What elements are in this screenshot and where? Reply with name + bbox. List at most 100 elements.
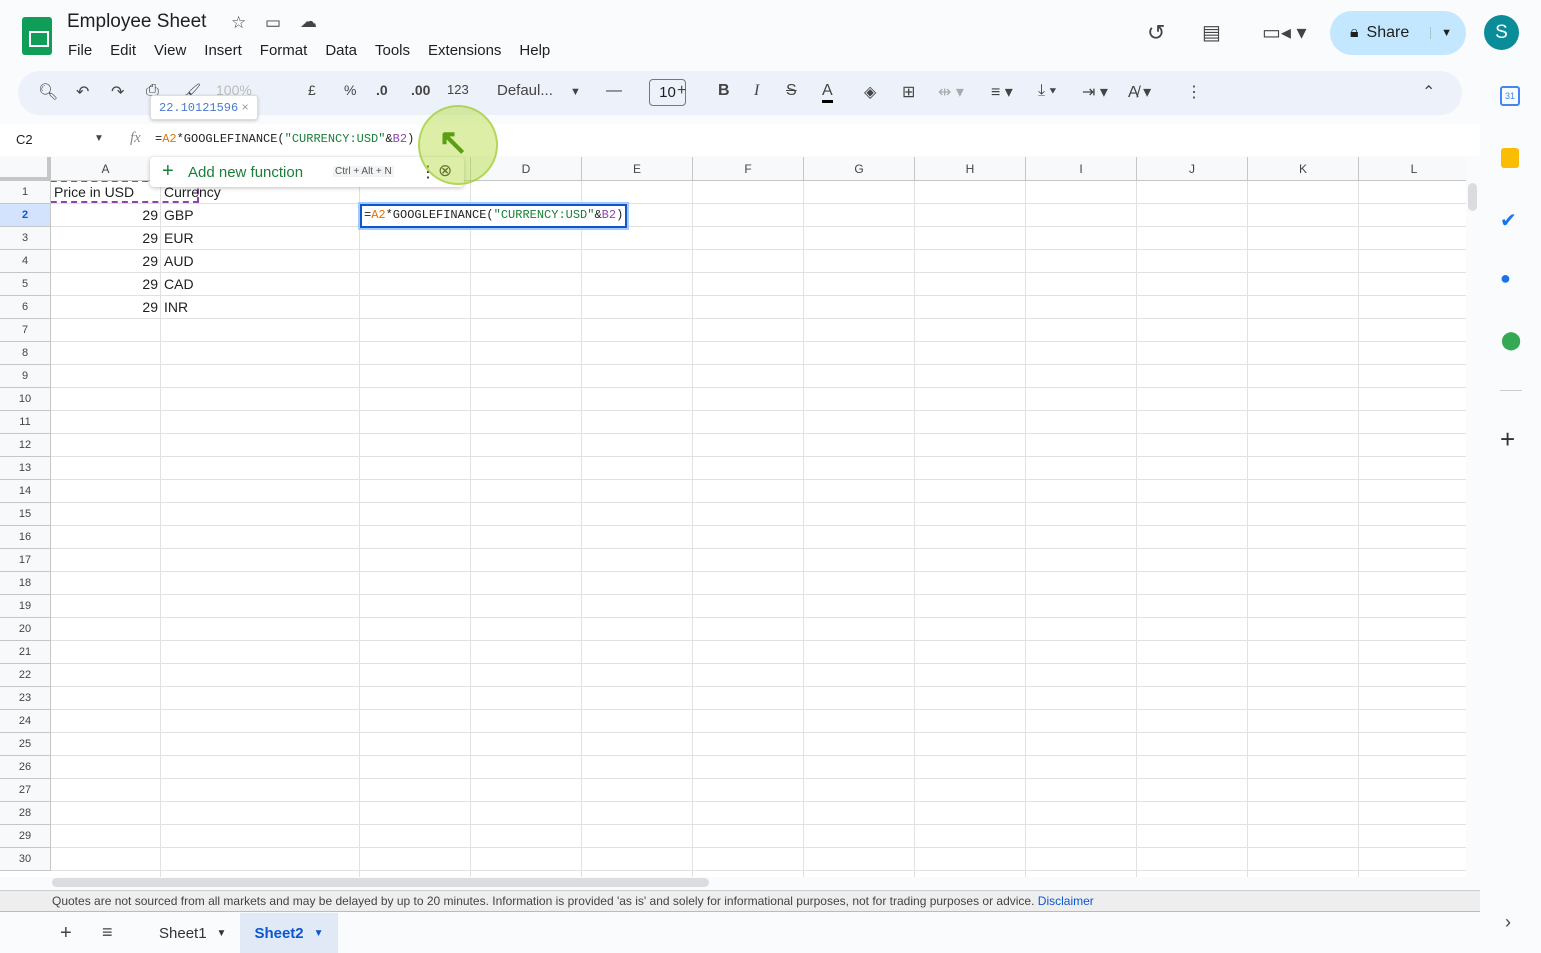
row-header-17[interactable]: 17 <box>0 549 51 572</box>
meet-icon[interactable]: ▭◂ ▾ <box>1262 20 1307 45</box>
cell-A6[interactable]: 29 <box>51 296 161 319</box>
menu-help[interactable]: Help <box>519 42 550 59</box>
percent-button[interactable]: % <box>344 82 356 98</box>
keep-icon[interactable] <box>1501 148 1519 168</box>
move-folder-icon[interactable]: ▭ <box>265 13 281 33</box>
row-header-23[interactable]: 23 <box>0 687 51 710</box>
menu-view[interactable]: View <box>154 42 186 59</box>
column-header-K[interactable]: K <box>1248 157 1359 181</box>
tasks-icon[interactable]: ✔ <box>1500 208 1517 233</box>
decrease-decimal-button[interactable]: .0 <box>376 82 388 98</box>
cell-A2[interactable]: 29 <box>51 204 161 227</box>
sheet-tab-sheet1[interactable]: Sheet1 ▼ <box>145 913 240 953</box>
contacts-icon[interactable]: ● <box>1500 268 1511 289</box>
disclaimer-link[interactable]: Disclaimer <box>1038 894 1094 908</box>
row-header-1[interactable]: 1 <box>0 181 51 204</box>
increase-decimal-button[interactable]: .00 <box>411 82 430 98</box>
vertical-scrollbar[interactable] <box>1468 183 1477 211</box>
menu-insert[interactable]: Insert <box>204 42 242 59</box>
column-header-J[interactable]: J <box>1137 157 1248 181</box>
cell-A3[interactable]: 29 <box>51 227 161 250</box>
name-box[interactable]: C2 <box>16 132 33 147</box>
row-header-15[interactable]: 15 <box>0 503 51 526</box>
bold-button[interactable]: B <box>718 82 730 100</box>
all-sheets-icon[interactable]: ≡ <box>102 922 113 943</box>
menu-format[interactable]: Format <box>260 42 308 59</box>
search-icon[interactable]: 🔍︎ <box>38 82 58 102</box>
merge-cells-icon[interactable]: ⇹ ▾ <box>938 82 964 102</box>
row-header-27[interactable]: 27 <box>0 779 51 802</box>
select-all-corner[interactable] <box>0 157 51 181</box>
row-header-25[interactable]: 25 <box>0 733 51 756</box>
cell-B3[interactable]: EUR <box>161 227 360 250</box>
text-wrap-icon[interactable]: ⇥ ▾ <box>1082 82 1108 102</box>
row-header-30[interactable]: 30 <box>0 848 51 871</box>
add-sheet-icon[interactable]: + <box>60 922 72 945</box>
cell-A4[interactable]: 29 <box>51 250 161 273</box>
row-header-3[interactable]: 3 <box>0 227 51 250</box>
share-button[interactable]: 🔒︎ Share ▼ <box>1330 11 1466 55</box>
decrease-font-size-icon[interactable]: — <box>606 82 622 100</box>
row-header-5[interactable]: 5 <box>0 273 51 296</box>
row-header-14[interactable]: 14 <box>0 480 51 503</box>
borders-icon[interactable]: ⊞ <box>902 82 915 102</box>
column-header-A[interactable]: A <box>51 157 161 181</box>
add-new-function-button[interactable]: Add new function <box>188 164 303 181</box>
row-header-22[interactable]: 22 <box>0 664 51 687</box>
sheet-menu-icon[interactable]: ▼ <box>217 928 227 939</box>
row-header-29[interactable]: 29 <box>0 825 51 848</box>
more-formats-button[interactable]: 123 <box>447 82 469 97</box>
vertical-align-icon[interactable]: ⤓ ▾ <box>1038 82 1056 100</box>
star-icon[interactable]: ☆ <box>231 13 246 33</box>
preview-close-button[interactable]: × <box>242 100 249 114</box>
column-header-H[interactable]: H <box>915 157 1026 181</box>
formula-input[interactable]: =A2*GOOGLEFINANCE("CURRENCY:USD"&B2) <box>155 132 414 146</box>
row-header-12[interactable]: 12 <box>0 434 51 457</box>
column-header-I[interactable]: I <box>1026 157 1137 181</box>
italic-button[interactable]: I <box>754 82 759 100</box>
undo-icon[interactable]: ↶ <box>76 82 89 102</box>
active-cell-editor[interactable]: =A2*GOOGLEFINANCE("CURRENCY:USD"&B2) <box>357 202 630 230</box>
row-header-10[interactable]: 10 <box>0 388 51 411</box>
cell-B5[interactable]: CAD <box>161 273 360 296</box>
row-header-7[interactable]: 7 <box>0 319 51 342</box>
avatar[interactable]: S <box>1484 15 1519 50</box>
comments-icon[interactable]: ▤ <box>1202 20 1221 45</box>
font-dropdown-icon[interactable]: ▼ <box>570 86 581 98</box>
column-header-G[interactable]: G <box>804 157 915 181</box>
sheet-tab-sheet2[interactable]: Sheet2 ▼ <box>240 913 338 953</box>
column-header-F[interactable]: F <box>693 157 804 181</box>
cell-B4[interactable]: AUD <box>161 250 360 273</box>
redo-icon[interactable]: ↷ <box>111 82 124 102</box>
row-header-18[interactable]: 18 <box>0 572 51 595</box>
row-header-21[interactable]: 21 <box>0 641 51 664</box>
row-header-8[interactable]: 8 <box>0 342 51 365</box>
row-header-2[interactable]: 2 <box>0 204 51 227</box>
text-rotation-icon[interactable]: A̸ ▾ <box>1128 82 1151 102</box>
row-header-4[interactable]: 4 <box>0 250 51 273</box>
strikethrough-icon[interactable]: S <box>786 82 797 100</box>
get-addons-icon[interactable]: + <box>1500 424 1515 455</box>
column-header-L[interactable]: L <box>1359 157 1466 181</box>
menu-edit[interactable]: Edit <box>110 42 136 59</box>
share-dropdown-icon[interactable]: ▼ <box>1430 27 1452 39</box>
menu-file[interactable]: File <box>68 42 92 59</box>
row-header-28[interactable]: 28 <box>0 802 51 825</box>
row-header-11[interactable]: 11 <box>0 411 51 434</box>
row-header-16[interactable]: 16 <box>0 526 51 549</box>
cell-A1[interactable]: Price in USD <box>51 181 161 204</box>
text-color-button[interactable]: A <box>822 82 833 103</box>
row-header-20[interactable]: 20 <box>0 618 51 641</box>
horizontal-scrollbar[interactable] <box>52 878 709 887</box>
fill-color-icon[interactable]: ◈ <box>864 82 876 102</box>
row-header-26[interactable]: 26 <box>0 756 51 779</box>
calendar-icon[interactable]: 31 <box>1500 86 1520 106</box>
row-header-24[interactable]: 24 <box>0 710 51 733</box>
more-options-icon[interactable]: ⋮ <box>1186 82 1202 102</box>
menu-extensions[interactable]: Extensions <box>428 42 501 59</box>
collapse-toolbar-icon[interactable]: ⌃ <box>1422 82 1435 102</box>
font-select[interactable]: Defaul... <box>497 82 553 99</box>
cell-A5[interactable]: 29 <box>51 273 161 296</box>
row-header-13[interactable]: 13 <box>0 457 51 480</box>
cloud-status-icon[interactable]: ☁ <box>300 12 317 32</box>
